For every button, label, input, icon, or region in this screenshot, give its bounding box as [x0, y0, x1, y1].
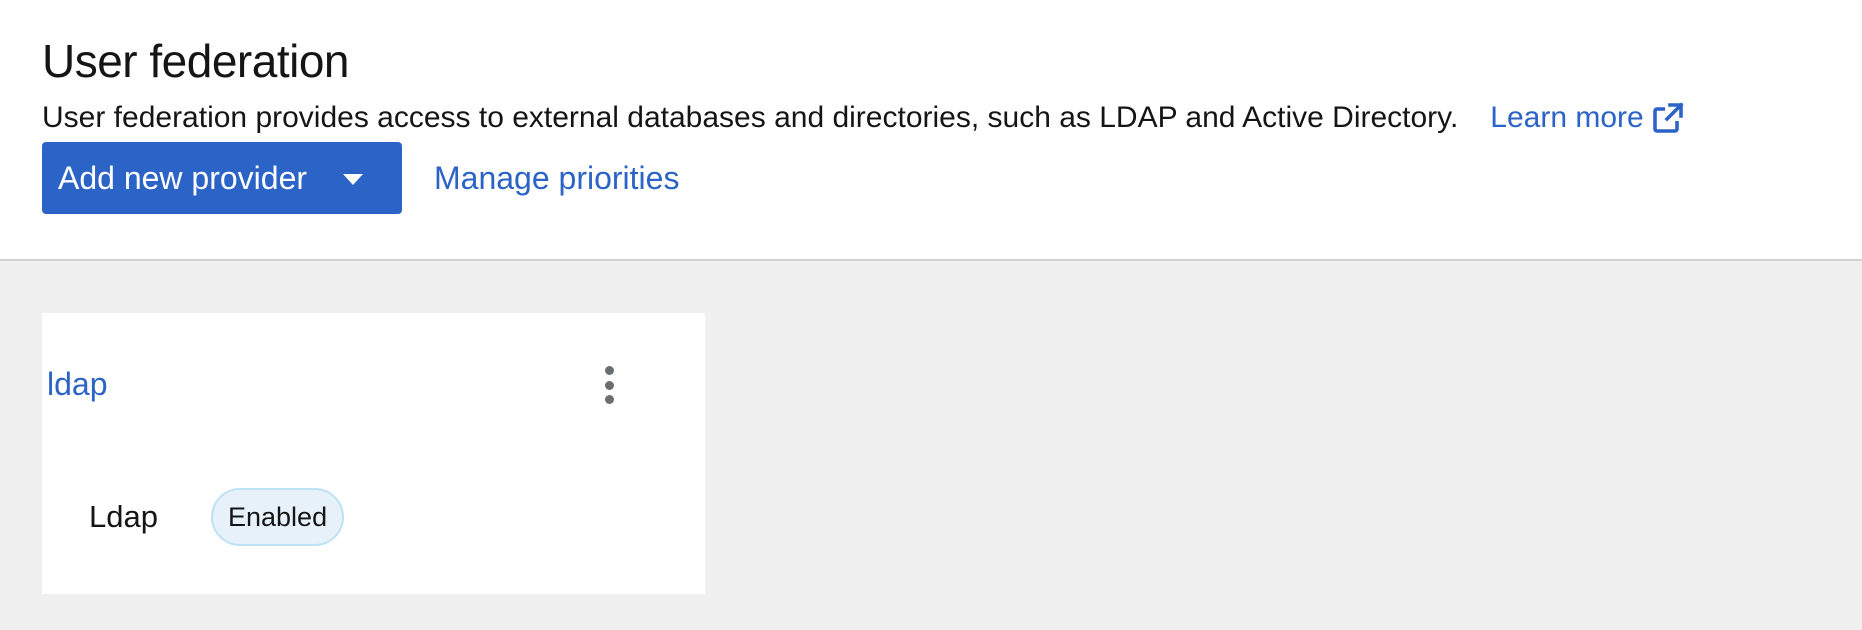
add-new-provider-label: Add new provider — [58, 159, 308, 196]
kebab-dot — [604, 395, 614, 404]
description-row: User federation provides access to exter… — [42, 96, 1684, 140]
page-title: User federation — [42, 35, 350, 87]
external-link-icon — [1652, 102, 1684, 134]
kebab-dot — [604, 380, 614, 390]
learn-more-label: Learn more — [1490, 101, 1644, 134]
provider-card — [42, 313, 705, 594]
learn-more-link[interactable]: Learn more — [1490, 96, 1684, 140]
kebab-dot — [604, 366, 614, 375]
provider-type-label: Ldap — [89, 499, 158, 534]
add-new-provider-dropdown[interactable]: Add new provider — [42, 142, 402, 214]
status-badge: Enabled — [211, 488, 345, 546]
manage-priorities-button[interactable]: Manage priorities — [434, 142, 679, 214]
page-header: User federation User federation provides… — [0, 0, 1862, 261]
page-description: User federation provides access to exter… — [42, 101, 1459, 134]
kebab-menu-icon[interactable] — [596, 362, 622, 408]
caret-down-icon — [343, 173, 364, 185]
provider-card-title-link[interactable]: ldap — [47, 358, 108, 410]
actions-row: Add new provider Manage priorities — [42, 142, 679, 214]
